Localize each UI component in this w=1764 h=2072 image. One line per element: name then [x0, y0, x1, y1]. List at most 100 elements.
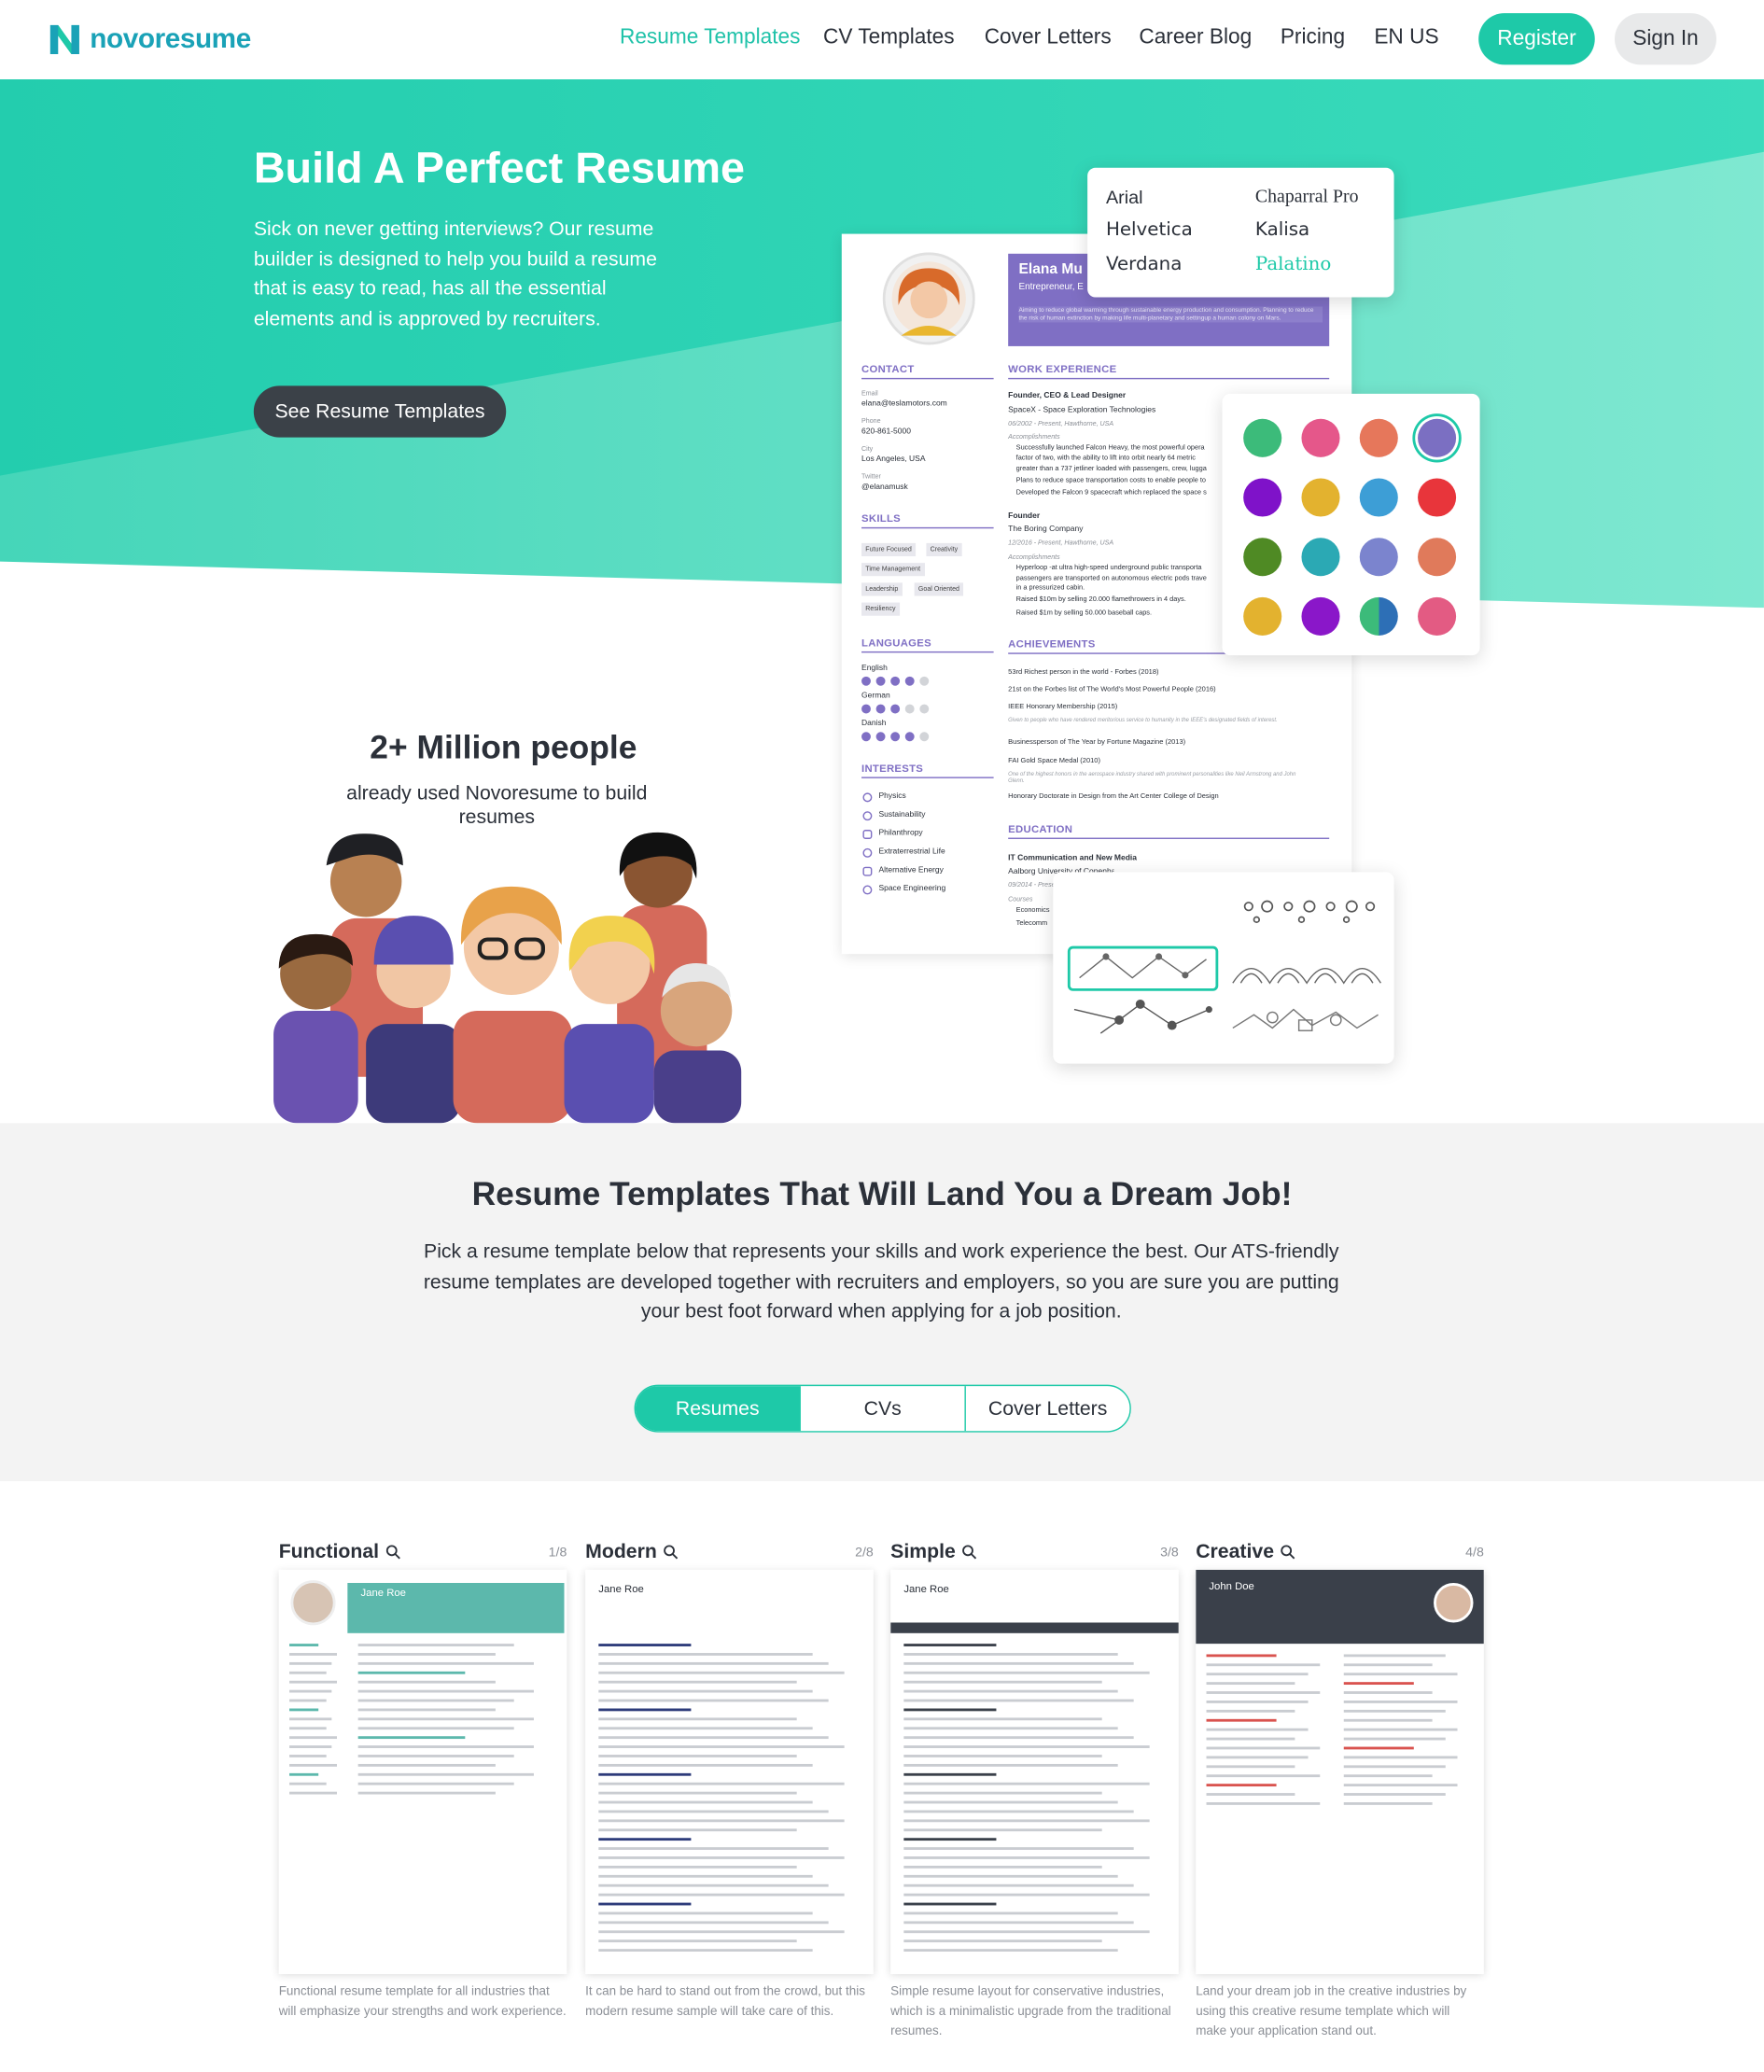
template-counter: 3/8 [1160, 1546, 1179, 1561]
placeholder-line [1206, 1756, 1309, 1759]
template-title[interactable]: Functional [279, 1541, 400, 1563]
template-title[interactable]: Simple [890, 1541, 977, 1563]
language-level-dot [919, 704, 930, 714]
placeholder-line [903, 1699, 1134, 1702]
achievement-item: Honorary Doctorate in Design from the Ar… [1008, 792, 1219, 801]
placeholder-line [1206, 1691, 1321, 1694]
contact-label: Email [861, 389, 878, 399]
sign-in-button[interactable]: Sign In [1614, 13, 1716, 65]
color-swatch[interactable] [1359, 596, 1398, 636]
contact-label: Twitter [861, 472, 881, 482]
font-option-arial[interactable]: Arial [1106, 187, 1143, 208]
achievement-item: 21st on the Forbes list of The World's M… [1008, 685, 1216, 694]
see-resume-templates-button[interactable]: See Resume Templates [253, 385, 507, 438]
color-swatch[interactable] [1359, 418, 1398, 457]
nav-career-blog[interactable]: Career Blog [1139, 26, 1252, 49]
placeholder-line [289, 1689, 332, 1693]
nav-cv-templates[interactable]: CV Templates [823, 26, 955, 49]
language-level-dot [861, 732, 871, 742]
job-bullet: in a pressurized cabin. [1015, 583, 1085, 593]
course-item: Telecomm [1015, 919, 1048, 928]
color-swatch[interactable] [1418, 538, 1457, 577]
brand-name: novoresume [90, 23, 251, 55]
language-level-dot [904, 676, 915, 686]
template-title[interactable]: Creative [1196, 1541, 1295, 1563]
placeholder-line [903, 1828, 1102, 1832]
placeholder-line [289, 1755, 327, 1757]
color-swatch[interactable] [1301, 596, 1340, 636]
job-bullet: factor of two, with the ability to lift … [1015, 455, 1196, 463]
placeholder-line [598, 1847, 829, 1850]
template-name: Modern [585, 1540, 657, 1563]
placeholder-line [903, 1755, 1102, 1757]
candidate-name: Elana Mu [1018, 261, 1083, 278]
pattern-options [1067, 900, 1382, 1034]
nav-resume-templates[interactable]: Resume Templates [620, 26, 800, 49]
placeholder-line [289, 1680, 338, 1684]
placeholder-line [1206, 1682, 1295, 1686]
template-name: Functional [278, 1540, 380, 1563]
zoom-icon[interactable] [962, 1545, 977, 1560]
placeholder-line [289, 1727, 327, 1730]
contact-value: Los Angeles, USA [861, 455, 926, 464]
template-counter: 1/8 [548, 1546, 567, 1561]
template-thumbnail[interactable]: Jane Roe [890, 1569, 1179, 1975]
color-swatch[interactable] [1301, 418, 1340, 457]
placeholder-line [903, 1772, 997, 1776]
tab-cvs[interactable]: CVs [799, 1386, 964, 1432]
color-swatch[interactable] [1301, 478, 1340, 517]
placeholder-line [357, 1680, 496, 1684]
color-swatch[interactable] [1243, 538, 1282, 577]
interest-item: Extraterrestrial Life [878, 847, 945, 857]
nav-cover-letters[interactable]: Cover Letters [985, 26, 1112, 49]
register-button[interactable]: Register [1478, 13, 1595, 65]
pattern-network-icon [1073, 999, 1212, 1034]
pattern-waves-icon [1232, 968, 1382, 985]
placeholder-line [1206, 1793, 1295, 1796]
tab-cover-letters[interactable]: Cover Letters [964, 1386, 1129, 1432]
nav-language[interactable]: EN US [1374, 26, 1438, 49]
font-option-chaparral[interactable]: Chaparral Pro [1255, 188, 1359, 209]
color-swatch[interactable] [1359, 538, 1398, 577]
font-option-verdana[interactable]: Verdana [1106, 254, 1182, 275]
zoom-icon[interactable] [385, 1545, 400, 1560]
template-thumbnail[interactable]: Jane Roe [278, 1569, 567, 1975]
color-swatch[interactable] [1243, 418, 1282, 457]
placeholder-line [598, 1902, 692, 1906]
template-thumbnail[interactable]: John Doe [1196, 1569, 1484, 1975]
placeholder-line [598, 1689, 813, 1693]
color-swatch[interactable] [1418, 418, 1457, 457]
placeholder-line [1206, 1673, 1309, 1676]
template-thumbnail[interactable]: Jane Roe [585, 1569, 874, 1975]
energy-icon [862, 866, 873, 876]
zoom-icon[interactable] [1281, 1545, 1295, 1560]
font-option-palatino[interactable]: Palatino [1255, 254, 1331, 275]
color-swatch[interactable] [1359, 478, 1398, 517]
language-level-dot [890, 676, 901, 686]
font-picker-card: Arial Helvetica Verdana Chaparral Pro Ka… [1087, 167, 1394, 298]
color-swatch[interactable] [1243, 596, 1282, 636]
job-bullet: greater than a 737 jetliner loaded with … [1015, 465, 1207, 473]
nav-pricing[interactable]: Pricing [1281, 26, 1345, 49]
skill-chip: Resiliency [861, 602, 900, 616]
brand-logo[interactable]: novoresume [48, 22, 251, 57]
physics-icon [862, 792, 873, 803]
placeholder-line [903, 1791, 1102, 1795]
template-title[interactable]: Modern [585, 1540, 679, 1563]
placeholder-line [903, 1782, 1150, 1785]
color-swatch[interactable] [1418, 478, 1457, 517]
contact-label: City [861, 445, 874, 454]
color-swatch[interactable] [1301, 538, 1340, 577]
font-option-helvetica[interactable]: Helvetica [1106, 219, 1193, 241]
color-swatch[interactable] [1243, 478, 1282, 517]
tab-resumes[interactable]: Resumes [635, 1386, 800, 1432]
placeholder-line [1343, 1718, 1433, 1722]
font-option-kalisa[interactable]: Kalisa [1255, 219, 1309, 241]
color-swatch[interactable] [1418, 596, 1457, 636]
thumb-person-name: Jane Roe [360, 1587, 406, 1599]
placeholder-line [289, 1763, 338, 1767]
template-name: Creative [1196, 1540, 1275, 1563]
alien-icon [862, 847, 873, 858]
zoom-icon[interactable] [664, 1545, 679, 1560]
placeholder-line [1343, 1765, 1446, 1769]
